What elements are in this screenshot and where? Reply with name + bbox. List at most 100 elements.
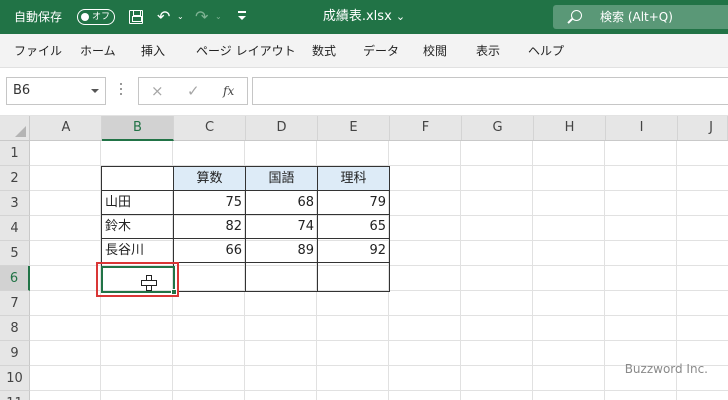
grid-cell[interactable] xyxy=(30,366,101,391)
grid-cell[interactable] xyxy=(245,341,317,366)
grid-cell[interactable] xyxy=(389,141,461,166)
tab-home[interactable]: ホーム xyxy=(80,34,116,68)
search-box[interactable]: 検索 (Alt+Q) xyxy=(553,5,728,29)
undo-icon[interactable]: ↶ xyxy=(157,7,170,27)
table-cell[interactable]: 79 xyxy=(317,190,390,215)
grid-cell[interactable] xyxy=(605,316,677,341)
grid-cell[interactable] xyxy=(317,391,389,400)
table-cell[interactable]: 82 xyxy=(173,214,246,239)
row-header-6[interactable]: 6 xyxy=(0,266,30,291)
tab-view[interactable]: 表示 xyxy=(476,34,500,68)
grid-cell[interactable] xyxy=(461,241,533,266)
redo-dropdown-icon[interactable]: ⌄ xyxy=(215,12,222,21)
formula-input[interactable] xyxy=(252,77,728,105)
cancel-icon[interactable]: × xyxy=(151,78,164,104)
name-box-dropdown-icon[interactable] xyxy=(91,89,99,93)
row-header-10[interactable]: 10 xyxy=(0,366,30,391)
grid-cell[interactable] xyxy=(389,216,461,241)
grid-cell[interactable] xyxy=(533,316,605,341)
table-header-cell[interactable]: 算数 xyxy=(173,166,246,191)
grid-cell[interactable] xyxy=(605,291,677,316)
table-cell[interactable]: 長谷川 xyxy=(101,238,174,263)
grid-cell[interactable] xyxy=(30,266,101,291)
grid-cell[interactable] xyxy=(101,366,173,391)
grid-cell[interactable] xyxy=(461,391,533,400)
grid-cell[interactable] xyxy=(30,241,101,266)
undo-dropdown-icon[interactable]: ⌄ xyxy=(177,12,184,21)
grid-cell[interactable] xyxy=(533,291,605,316)
grid-cell[interactable] xyxy=(677,266,728,291)
grid-cell[interactable] xyxy=(605,141,677,166)
grid-cell[interactable] xyxy=(605,241,677,266)
table-cell[interactable] xyxy=(101,166,174,191)
column-header-f[interactable]: F xyxy=(390,116,462,140)
grid-cell[interactable] xyxy=(389,341,461,366)
table-cell[interactable] xyxy=(317,262,390,292)
tab-review[interactable]: 校閲 xyxy=(423,34,447,68)
grid-cell[interactable] xyxy=(173,366,245,391)
grid-cell[interactable] xyxy=(605,166,677,191)
grid-cell[interactable] xyxy=(605,191,677,216)
grid-cell[interactable] xyxy=(533,241,605,266)
grid-cell[interactable] xyxy=(101,341,173,366)
grid-cell[interactable] xyxy=(30,216,101,241)
grid-cell[interactable] xyxy=(461,341,533,366)
grid-cell[interactable] xyxy=(461,166,533,191)
table-cell[interactable]: 山田 xyxy=(101,190,174,215)
tab-page-layout[interactable]: ページ レイアウト xyxy=(196,34,296,68)
column-header-e[interactable]: E xyxy=(318,116,390,140)
grid-cell[interactable] xyxy=(101,141,173,166)
row-header-2[interactable]: 2 xyxy=(0,166,30,191)
row-header-11[interactable]: 11 xyxy=(0,391,30,400)
grid-cell[interactable] xyxy=(317,291,389,316)
table-header-cell[interactable]: 理科 xyxy=(317,166,390,191)
row-header-8[interactable]: 8 xyxy=(0,316,30,341)
column-header-d[interactable]: D xyxy=(246,116,318,140)
column-header-a[interactable]: A xyxy=(31,116,102,140)
grid-cell[interactable] xyxy=(30,291,101,316)
grid-cell[interactable] xyxy=(677,141,728,166)
grid-cell[interactable] xyxy=(317,316,389,341)
grid-cell[interactable] xyxy=(173,341,245,366)
column-header-b[interactable]: B xyxy=(102,116,174,141)
table-cell[interactable]: 74 xyxy=(245,214,318,239)
grid-cell[interactable] xyxy=(461,216,533,241)
grid-cell[interactable] xyxy=(101,391,173,400)
grid-cell[interactable] xyxy=(30,316,101,341)
customize-toolbar-icon[interactable] xyxy=(236,8,248,24)
table-cell[interactable]: 65 xyxy=(317,214,390,239)
tab-insert[interactable]: 挿入 xyxy=(141,34,165,68)
tab-data[interactable]: データ xyxy=(363,34,399,68)
grid-cell[interactable] xyxy=(317,341,389,366)
grid-cell[interactable] xyxy=(461,191,533,216)
grid-cell[interactable] xyxy=(677,191,728,216)
grid-cell[interactable] xyxy=(245,316,317,341)
table-cell[interactable]: 鈴木 xyxy=(101,214,174,239)
chevron-down-icon[interactable]: ⌄ xyxy=(396,10,405,23)
grid-cell[interactable] xyxy=(30,141,101,166)
autosave-toggle[interactable]: オフ xyxy=(77,9,115,25)
row-header-3[interactable]: 3 xyxy=(0,191,30,216)
grid-cell[interactable] xyxy=(461,291,533,316)
column-header-i[interactable]: I xyxy=(606,116,678,140)
redo-icon[interactable]: ↷ xyxy=(195,7,208,27)
column-header-j[interactable]: J xyxy=(678,116,728,140)
grid-cell[interactable] xyxy=(533,191,605,216)
grid-cell[interactable] xyxy=(389,266,461,291)
table-cell[interactable]: 89 xyxy=(245,238,318,263)
grid-cell[interactable] xyxy=(533,391,605,400)
row-header-9[interactable]: 9 xyxy=(0,341,30,366)
grid-cell[interactable] xyxy=(461,316,533,341)
grid-cell[interactable] xyxy=(461,266,533,291)
grid-cell[interactable] xyxy=(389,241,461,266)
grid-cell[interactable] xyxy=(389,316,461,341)
row-header-1[interactable]: 1 xyxy=(0,141,30,166)
grid-cell[interactable] xyxy=(30,191,101,216)
tab-file[interactable]: ファイル xyxy=(14,34,62,68)
select-all-button[interactable] xyxy=(0,116,30,140)
insert-function-icon[interactable]: fx xyxy=(223,78,234,104)
grid-cell[interactable] xyxy=(533,141,605,166)
grid-cell[interactable] xyxy=(245,141,317,166)
table-cell[interactable]: 75 xyxy=(173,190,246,215)
grid-cell[interactable] xyxy=(533,216,605,241)
